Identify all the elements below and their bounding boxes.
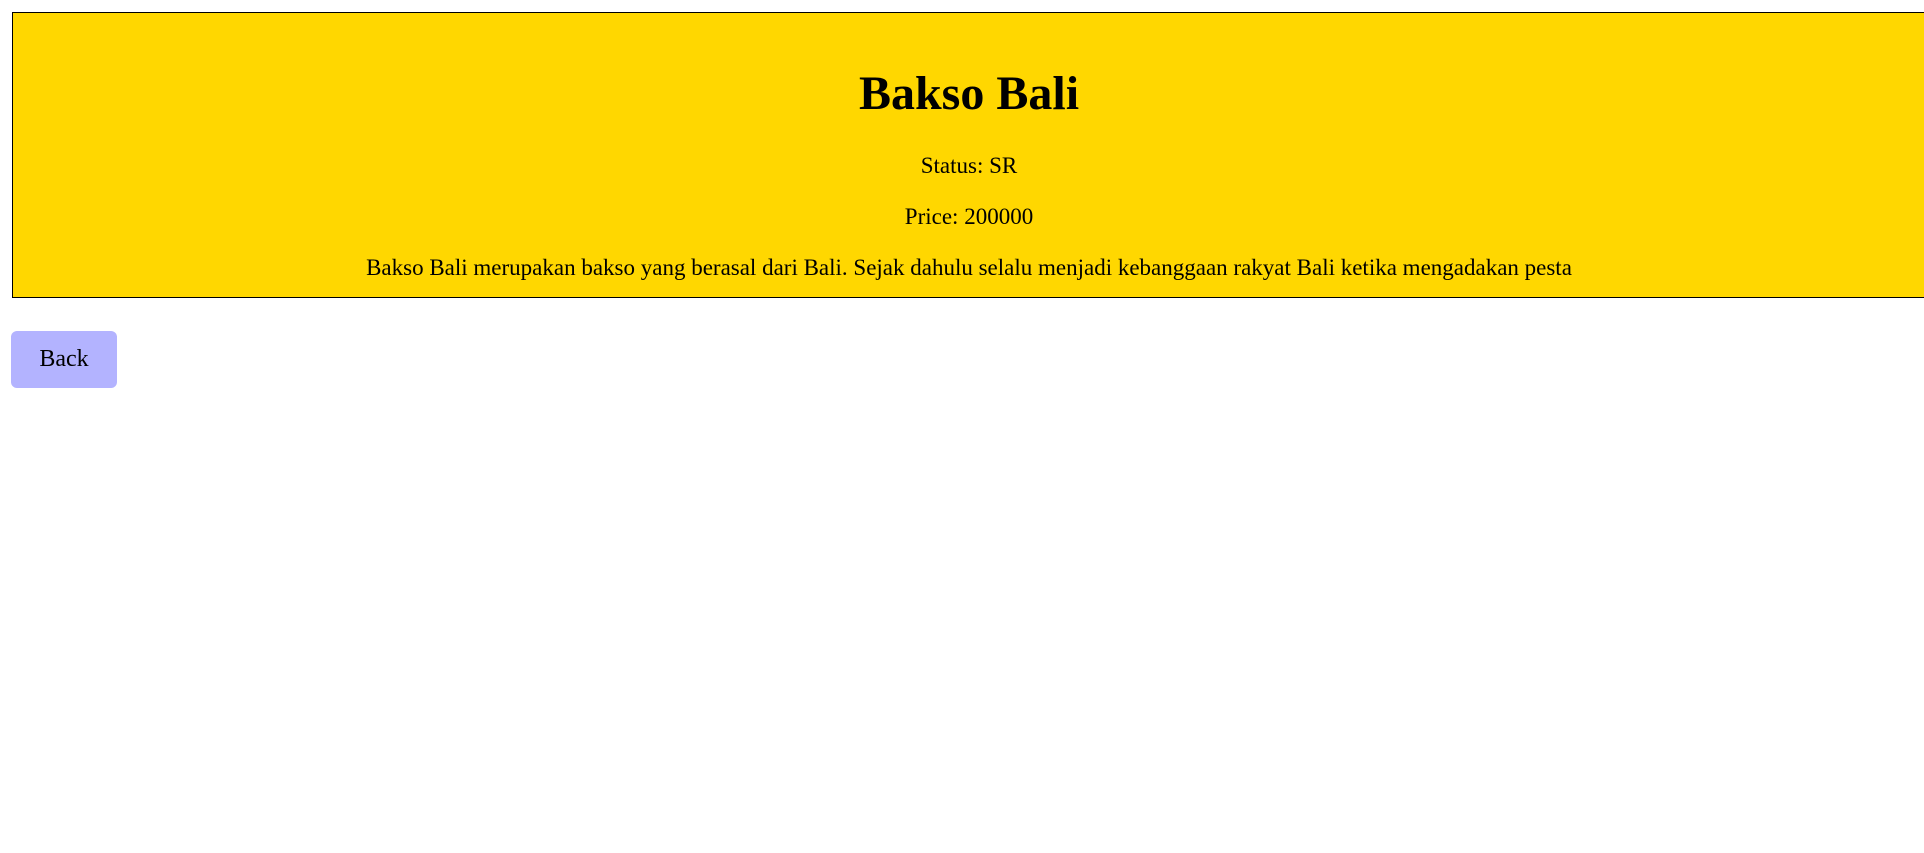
product-description: Bakso Bali merupakan bakso yang berasal … [366, 255, 1572, 280]
product-detail-card: Bakso Bali Status: SR Price: 200000 Baks… [12, 12, 1924, 298]
product-price: Price: 200000 [904, 204, 1034, 229]
product-status: Status: SR [920, 153, 1018, 178]
back-button[interactable]: Back [11, 331, 117, 388]
product-title: Bakso Bali [858, 67, 1080, 120]
